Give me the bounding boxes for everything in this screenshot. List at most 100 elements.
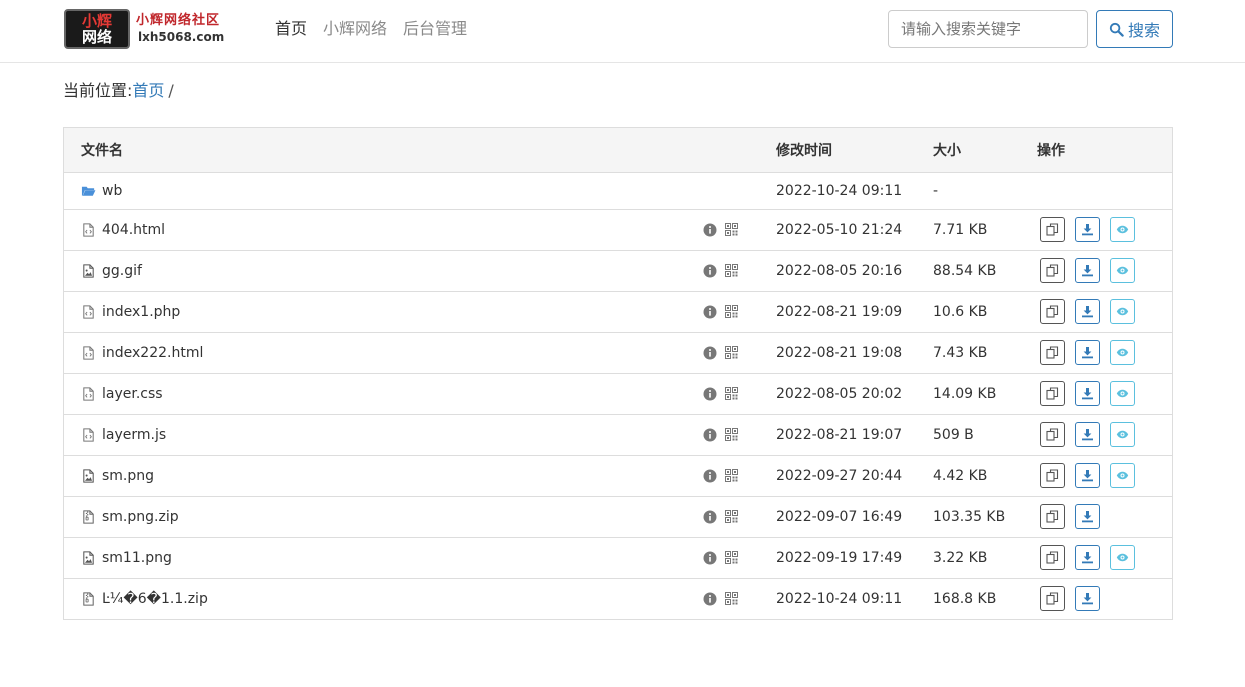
file-name-cell[interactable]: sm11.png	[81, 549, 172, 567]
file-size: 7.71 KB	[933, 222, 988, 238]
qrcode-icon[interactable]	[725, 592, 738, 605]
preview-button[interactable]	[1110, 463, 1135, 488]
preview-button[interactable]	[1110, 299, 1135, 324]
download-button[interactable]	[1075, 381, 1100, 406]
file-size: 103.35 KB	[933, 509, 1006, 525]
nav-home[interactable]: 首页	[275, 18, 307, 40]
breadcrumb-prefix: 当前位置:	[63, 81, 133, 100]
file-name-cell[interactable]: gg.gif	[81, 262, 142, 280]
search-button[interactable]: 搜索	[1096, 10, 1173, 48]
column-actions-header: 操作	[1037, 143, 1065, 159]
preview-button[interactable]	[1110, 545, 1135, 570]
file-name-cell[interactable]: layerm.js	[81, 426, 166, 444]
info-icon[interactable]	[703, 387, 717, 401]
qrcode-icon[interactable]	[725, 264, 738, 277]
qrcode-icon[interactable]	[725, 223, 738, 236]
preview-button[interactable]	[1110, 381, 1135, 406]
file-zip-icon	[83, 592, 94, 606]
preview-button[interactable]	[1110, 258, 1135, 283]
copy-link-button[interactable]	[1040, 545, 1065, 570]
row-actions	[1040, 340, 1135, 365]
info-icon[interactable]	[703, 264, 717, 278]
file-name-link[interactable]: layerm.js	[102, 426, 166, 444]
qrcode-icon[interactable]	[725, 469, 738, 482]
download-button[interactable]	[1075, 586, 1100, 611]
breadcrumb-home-link[interactable]: 首页	[132, 81, 164, 100]
download-icon	[1082, 224, 1093, 236]
folder-open-icon	[81, 186, 96, 196]
file-name-cell[interactable]: 404.html	[81, 221, 165, 239]
download-button[interactable]	[1075, 463, 1100, 488]
info-icon[interactable]	[703, 551, 717, 565]
copy-link-button[interactable]	[1040, 217, 1065, 242]
file-code-icon	[83, 346, 94, 360]
copy-link-button[interactable]	[1040, 463, 1065, 488]
file-name-link[interactable]: sm.png.zip	[102, 508, 179, 526]
info-icon[interactable]	[703, 346, 717, 360]
download-button[interactable]	[1075, 258, 1100, 283]
copy-link-button[interactable]	[1040, 299, 1065, 324]
qrcode-icon[interactable]	[725, 551, 738, 564]
file-name-cell[interactable]: layer.css	[81, 385, 163, 403]
table-header: 文件名 修改时间 大小 操作	[64, 128, 1172, 173]
file-name-link[interactable]: 404.html	[102, 221, 165, 239]
info-icon[interactable]	[703, 428, 717, 442]
file-name-cell[interactable]: sm.png	[81, 467, 154, 485]
file-name-link[interactable]: sm11.png	[102, 549, 172, 567]
file-name-cell[interactable]: Ŀ¼�6�1.1.zip	[81, 590, 208, 608]
nav-xiaohui[interactable]: 小辉网络	[323, 18, 387, 40]
copy-link-button[interactable]	[1040, 258, 1065, 283]
copy-link-button[interactable]	[1040, 422, 1065, 447]
nav-admin[interactable]: 后台管理	[403, 18, 467, 40]
copy-link-button[interactable]	[1040, 340, 1065, 365]
row-actions	[1040, 504, 1100, 529]
file-name-link[interactable]: index1.php	[102, 303, 180, 321]
file-name-link[interactable]: sm.png	[102, 467, 154, 485]
preview-button[interactable]	[1110, 217, 1135, 242]
download-icon	[1082, 265, 1093, 277]
row-actions	[1040, 422, 1135, 447]
file-name-cell[interactable]: index1.php	[81, 303, 180, 321]
download-button[interactable]	[1075, 299, 1100, 324]
copy-icon	[1046, 469, 1059, 482]
file-name-link[interactable]: gg.gif	[102, 262, 142, 280]
copy-link-button[interactable]	[1040, 381, 1065, 406]
eye-icon	[1116, 430, 1129, 439]
info-icon[interactable]	[703, 510, 717, 524]
copy-link-button[interactable]	[1040, 586, 1065, 611]
site-logo[interactable]: 小辉 网络 小辉网络社区 lxh5068.com	[64, 9, 246, 49]
info-icon[interactable]	[703, 305, 717, 319]
copy-link-button[interactable]	[1040, 504, 1065, 529]
file-name-link[interactable]: layer.css	[102, 385, 163, 403]
table-row: sm.png.zip 2022-09-07 16:49 103.35 KB	[64, 497, 1172, 538]
qrcode-icon[interactable]	[725, 346, 738, 359]
file-name-link[interactable]: Ŀ¼�6�1.1.zip	[102, 590, 208, 608]
file-size: -	[933, 183, 939, 199]
qrcode-icon[interactable]	[725, 510, 738, 523]
download-button[interactable]	[1075, 340, 1100, 365]
download-button[interactable]	[1075, 504, 1100, 529]
file-name-cell[interactable]: sm.png.zip	[81, 508, 179, 526]
info-icon[interactable]	[703, 469, 717, 483]
file-name-cell[interactable]: index222.html	[81, 344, 203, 362]
search-input[interactable]	[888, 10, 1088, 48]
qrcode-icon[interactable]	[725, 305, 738, 318]
preview-button[interactable]	[1110, 340, 1135, 365]
modified-time: 2022-08-21 19:09	[776, 304, 903, 320]
download-button[interactable]	[1075, 217, 1100, 242]
preview-button[interactable]	[1110, 422, 1135, 447]
qrcode-icon[interactable]	[725, 387, 738, 400]
copy-icon	[1046, 223, 1059, 236]
file-name-link[interactable]: wb	[102, 182, 122, 200]
row-actions	[1040, 545, 1135, 570]
file-name-link[interactable]: index222.html	[102, 344, 203, 362]
info-icon[interactable]	[703, 592, 717, 606]
file-size: 168.8 KB	[933, 591, 997, 607]
download-button[interactable]	[1075, 545, 1100, 570]
download-button[interactable]	[1075, 422, 1100, 447]
qrcode-icon[interactable]	[725, 428, 738, 441]
logo-badge: 小辉 网络	[64, 9, 130, 49]
file-name-cell[interactable]: wb	[81, 182, 122, 200]
info-icon[interactable]	[703, 223, 717, 237]
eye-icon	[1116, 389, 1129, 398]
